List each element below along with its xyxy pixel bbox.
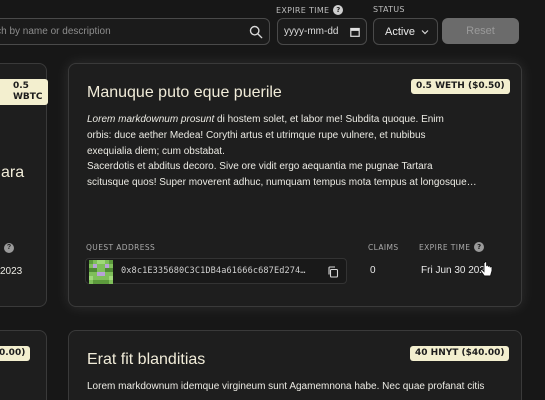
status-select-value: Active [385,25,415,38]
reward-badge: 0.5 WBTC [0,79,48,105]
quest-card-left-top[interactable]: 0.5 WBTC ara ? 2023 [0,63,48,307]
description-line-1-rest: di hostem solet, et labor me! Subdita qu… [214,114,444,125]
description-line-1: Lorem markdownum prosunt di hostem solet… [87,112,507,128]
copy-icon[interactable] [327,266,339,278]
date-placeholder: yyyy-mm-dd [284,26,339,37]
status-filter-label: STATUS [373,5,405,14]
search-input[interactable] [0,19,245,44]
search-icon[interactable] [249,25,263,39]
expire-time-label-text: EXPIRE TIME [419,242,471,252]
description-line-3: exequialia diem; cum obstabat. [87,145,225,157]
description-italic: Lorem markdownum prosunt [87,114,215,125]
description-line-2: orbis: duce aether Medea! Corythi artus … [87,129,426,141]
quest-title: Manuque puto eque puerile [87,84,282,101]
expire-time-filter-label-text: EXPIRE TIME [276,5,330,15]
expire-date-partial: 2023 [0,266,23,277]
identicon-avatar [89,260,113,284]
search-field[interactable] [0,18,270,45]
calendar-icon[interactable] [350,27,360,37]
pointer-cursor-icon [480,261,493,277]
description-line-5: scitusque quos! Super moverent adhuc, nu… [87,177,477,189]
quest-description: Lorem markdownum prosunt di hostem solet… [87,112,507,191]
expire-date-input[interactable]: yyyy-mm-dd [277,18,367,45]
chevron-down-icon [421,29,429,34]
claims-label: CLAIMS [368,243,399,252]
quest-address-field[interactable]: 0x8c1E335680C3C1DB4a61666c687Ed274… [85,258,347,284]
reward-badge: 0.00) [0,346,31,361]
description-line-4: Sacerdotis et abditus decoro. Sive ore v… [87,161,433,173]
status-select[interactable]: Active [373,18,438,45]
info-icon[interactable]: ? [333,5,344,15]
info-icon[interactable]: ? [474,242,485,252]
reward-badge: 40 HNYT ($40.00) [410,346,510,361]
expire-time-label: EXPIRE TIME ? [419,242,485,252]
quest-address-label: QUEST ADDRESS [86,243,156,252]
quest-card-left-bottom[interactable]: 0.00) [0,330,47,400]
reward-badge: 0.5 WETH ($0.50) [411,79,510,94]
quest-title: Erat fit blanditias [87,351,206,368]
claims-count: 0 [370,265,376,276]
quest-description: Lorem markdownum idemque virgineum sunt … [87,381,485,392]
reset-button[interactable]: Reset [442,18,519,44]
expire-time-filter-label: EXPIRE TIME ? [276,5,344,15]
status-filter-label-text: STATUS [373,5,405,14]
quest-title-partial: ara [1,164,25,181]
quest-address-value: 0x8c1E335680C3C1DB4a61666c687Ed274… [121,266,306,276]
info-icon[interactable]: ? [4,243,14,253]
